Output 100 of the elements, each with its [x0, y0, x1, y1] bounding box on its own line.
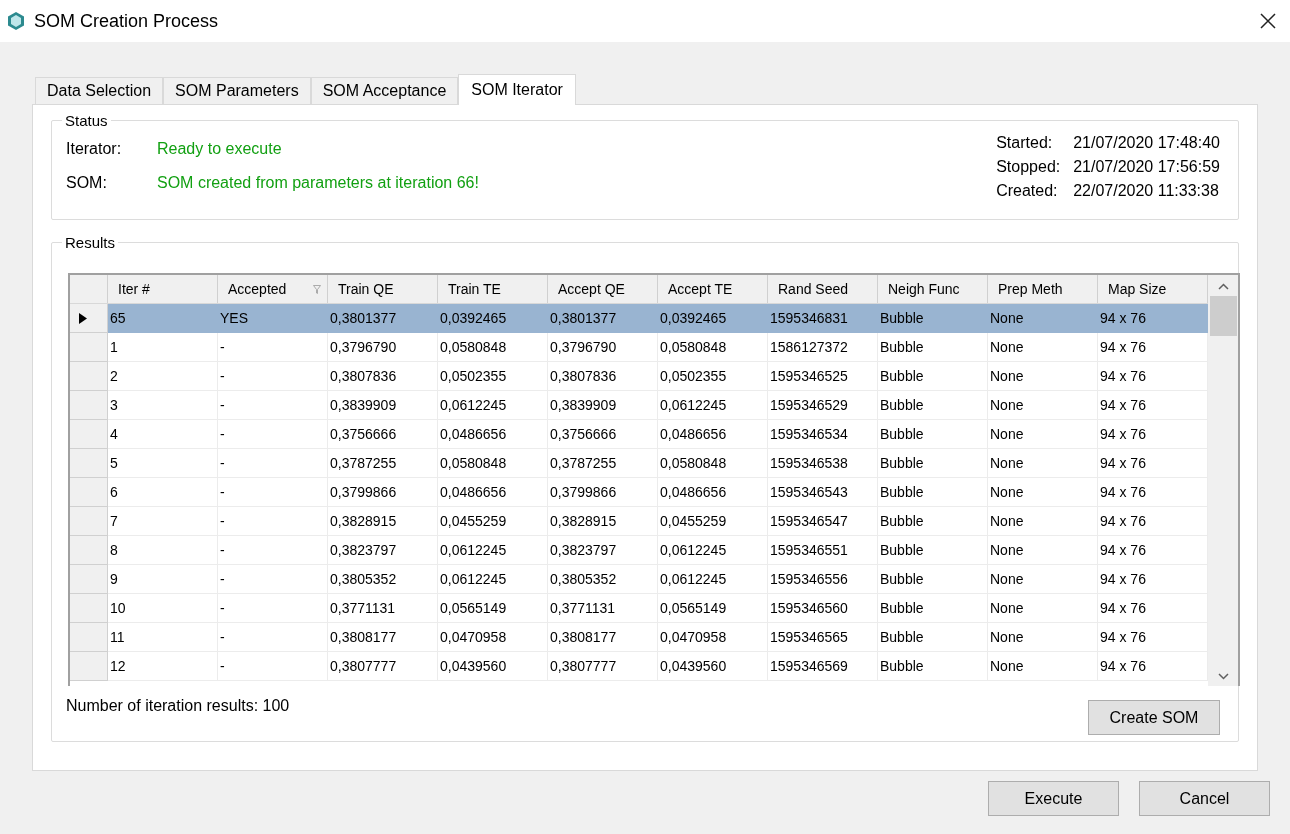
- create-som-button[interactable]: Create SOM: [1088, 700, 1220, 735]
- table-cell: 0,0502355: [658, 362, 768, 391]
- table-cell: -: [218, 333, 328, 362]
- table-cell: None: [988, 507, 1098, 536]
- table-cell: 1595346538: [768, 449, 878, 478]
- table-cell: 94 x 76: [1098, 391, 1208, 420]
- table-cell: 0,0580848: [438, 333, 548, 362]
- column-header[interactable]: Accept QE: [548, 275, 658, 303]
- tab[interactable]: SOM Parameters: [163, 77, 311, 104]
- result-count: Number of iteration results: 100: [66, 696, 290, 716]
- column-header[interactable]: Iter #: [108, 275, 218, 303]
- table-cell: 1595346543: [768, 478, 878, 507]
- tab[interactable]: SOM Acceptance: [310, 77, 459, 104]
- table-cell: 94 x 76: [1098, 565, 1208, 594]
- table-cell: Bubble: [878, 565, 988, 594]
- table-cell: -: [218, 565, 328, 594]
- table-cell: Bubble: [878, 391, 988, 420]
- table-cell: 0,3805352: [548, 565, 658, 594]
- table-cell: 0,3828915: [328, 507, 438, 536]
- table-cell: Bubble: [878, 536, 988, 565]
- tab[interactable]: SOM Iterator: [458, 74, 576, 105]
- table-cell: 3: [108, 391, 218, 420]
- table-cell: 0,3771131: [328, 594, 438, 623]
- column-header[interactable]: Accept TE: [658, 275, 768, 303]
- table-cell: None: [988, 391, 1098, 420]
- table-cell: None: [988, 536, 1098, 565]
- table-cell: -: [218, 652, 328, 681]
- table-cell: 0,3839909: [328, 391, 438, 420]
- table-cell: 1595346534: [768, 420, 878, 449]
- scroll-up-icon[interactable]: [1217, 283, 1229, 290]
- table-cell: 0,3805352: [328, 565, 438, 594]
- table-cell: 0,0565149: [658, 594, 768, 623]
- status-value: SOM created from parameters at iteration 66!: [157, 173, 479, 193]
- table-cell: 0,0612245: [438, 536, 548, 565]
- column-header[interactable]: Rand Seed: [768, 275, 878, 303]
- table-cell: 0,3823797: [548, 536, 658, 565]
- hexagon-logo-icon: [6, 11, 26, 31]
- row-header[interactable]: [70, 304, 108, 333]
- table-cell: Bubble: [878, 652, 988, 681]
- table-cell: 0,0455259: [438, 507, 548, 536]
- table-cell: 0,0612245: [658, 565, 768, 594]
- table-cell: None: [988, 362, 1098, 391]
- table-cell: 94 x 76: [1098, 652, 1208, 681]
- table-cell: 0,3771131: [548, 594, 658, 623]
- table-cell: 94 x 76: [1098, 507, 1208, 536]
- table-cell: 94 x 76: [1098, 420, 1208, 449]
- close-icon[interactable]: [1260, 13, 1276, 29]
- scroll-down-icon[interactable]: [1217, 673, 1229, 680]
- scrollbar[interactable]: [1208, 275, 1238, 686]
- window-title: SOM Creation Process: [34, 9, 219, 33]
- table-cell: 0,3807836: [328, 362, 438, 391]
- time-label: Stopped:: [996, 157, 1062, 177]
- table-cell: 0,3807777: [328, 652, 438, 681]
- scroll-thumb[interactable]: [1209, 296, 1237, 336]
- table-cell: None: [988, 565, 1098, 594]
- table-cell: 0,0612245: [658, 536, 768, 565]
- table-cell: Bubble: [878, 333, 988, 362]
- table-cell: 1595346529: [768, 391, 878, 420]
- table-cell: 0,0486656: [438, 478, 548, 507]
- table-cell: 0,3756666: [548, 420, 658, 449]
- time-label: Started:: [996, 133, 1054, 153]
- table-cell: Bubble: [878, 478, 988, 507]
- table-cell: -: [218, 507, 328, 536]
- table-cell: 1595346525: [768, 362, 878, 391]
- table-cell: 7: [108, 507, 218, 536]
- table-cell: -: [218, 362, 328, 391]
- table-cell: None: [988, 594, 1098, 623]
- column-header[interactable]: Prep Meth: [988, 275, 1098, 303]
- table-cell: 0,3839909: [548, 391, 658, 420]
- table-cell: None: [988, 333, 1098, 362]
- table-cell: 0,0612245: [658, 391, 768, 420]
- dialog-button[interactable]: Cancel: [1139, 781, 1270, 816]
- table-cell: 94 x 76: [1098, 449, 1208, 478]
- table-cell: 8: [108, 536, 218, 565]
- table-cell: None: [988, 652, 1098, 681]
- column-header[interactable]: Train TE: [438, 275, 548, 303]
- table-cell: 1595346565: [768, 623, 878, 652]
- table-cell: 0,3807777: [548, 652, 658, 681]
- table-cell: 0,3756666: [328, 420, 438, 449]
- table-cell: 0,0470958: [658, 623, 768, 652]
- filter-icon: [313, 284, 321, 294]
- table-cell: 0,0392465: [658, 304, 768, 333]
- table-cell: 1595346547: [768, 507, 878, 536]
- table-cell: 0,0580848: [438, 449, 548, 478]
- table-cell: 0,3808177: [548, 623, 658, 652]
- table-cell: 0,0486656: [438, 420, 548, 449]
- dialog-button[interactable]: Execute: [988, 781, 1119, 816]
- column-header[interactable]: Accepted: [218, 275, 328, 303]
- column-header[interactable]: Neigh Func: [878, 275, 988, 303]
- table-cell: 0,0580848: [658, 449, 768, 478]
- table-cell: Bubble: [878, 304, 988, 333]
- table-cell: 94 x 76: [1098, 594, 1208, 623]
- column-header[interactable]: Train QE: [328, 275, 438, 303]
- table-cell: Bubble: [878, 594, 988, 623]
- table-cell: 0,0392465: [438, 304, 548, 333]
- table-cell: 0,0470958: [438, 623, 548, 652]
- table-cell: None: [988, 623, 1098, 652]
- table-cell: 94 x 76: [1098, 623, 1208, 652]
- tab[interactable]: Data Selection: [35, 77, 164, 104]
- table-cell: 94 x 76: [1098, 333, 1208, 362]
